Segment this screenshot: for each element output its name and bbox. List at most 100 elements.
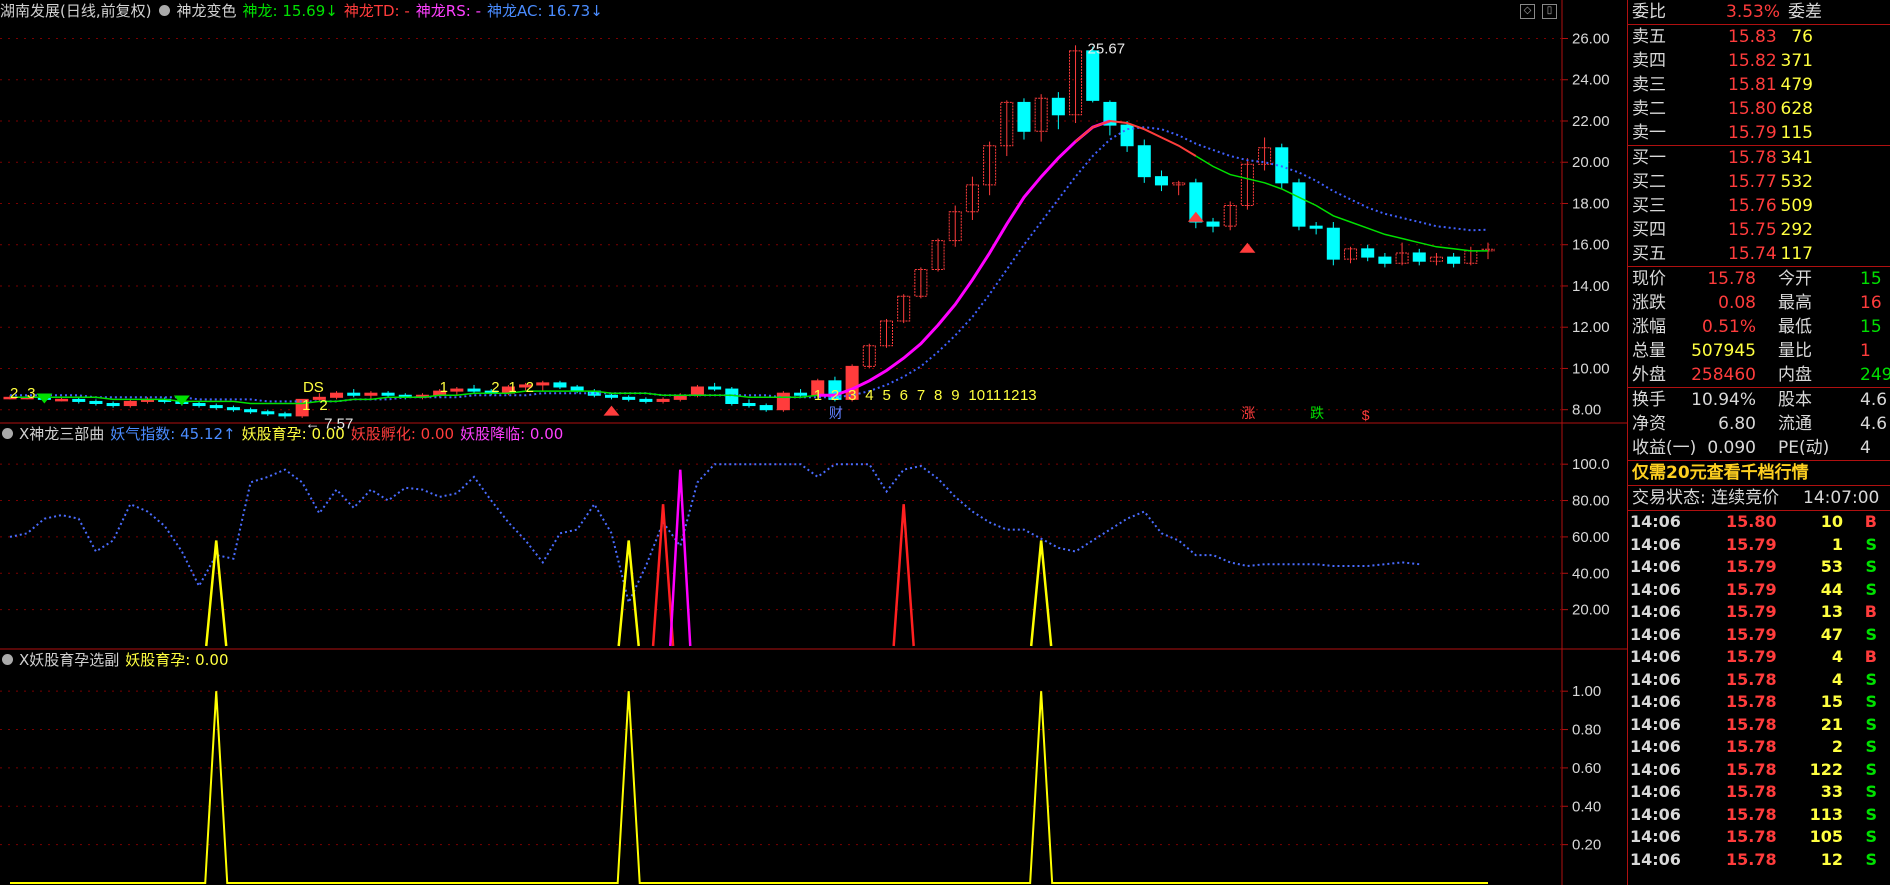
- tick-row[interactable]: 14:06 15.80 10 B: [1628, 511, 1890, 534]
- bid-price: 15.77: [1728, 172, 1777, 192]
- candle-body: [261, 411, 275, 415]
- stat-label: 涨跌: [1632, 293, 1666, 313]
- y-tick-label: 22.00: [1572, 113, 1610, 130]
- bid-volume: 292: [1780, 220, 1813, 240]
- tick-side: S: [1865, 759, 1877, 779]
- candle-body: [639, 398, 653, 402]
- bid-row[interactable]: 买四 15.75 292: [1628, 218, 1890, 242]
- stat-row: 涨幅 0.51% 最低 15: [1628, 315, 1890, 339]
- tick-time: 14:06: [1630, 579, 1681, 599]
- stat-value: 15: [1860, 317, 1882, 337]
- tick-row[interactable]: 14:06 15.79 1 S: [1628, 534, 1890, 557]
- ask-row[interactable]: 卖三 15.81 479: [1628, 73, 1890, 97]
- tick-row[interactable]: 14:06 15.79 13 B: [1628, 601, 1890, 624]
- shenlong-rs-value: 神龙RS: -: [415, 2, 481, 20]
- stock-title[interactable]: 湖南发展(日线,前复权): [0, 2, 151, 20]
- ask-row[interactable]: 卖二 15.80 628: [1628, 97, 1890, 121]
- settings-circle-icon[interactable]: [159, 5, 171, 16]
- stat-label: 量比: [1778, 341, 1812, 361]
- stat-value: 4: [1860, 438, 1871, 458]
- stat-row: 外盘 258460 内盘 249: [1628, 363, 1890, 387]
- stat-label: 最低: [1778, 317, 1812, 337]
- ma-red-line: [1074, 119, 1197, 157]
- sub1-title[interactable]: X神龙三部曲: [19, 425, 104, 443]
- tick-row[interactable]: 14:06 15.78 15 S: [1628, 691, 1890, 714]
- tick-volume: 122: [1809, 759, 1843, 779]
- tick-price: 15.78: [1726, 692, 1777, 711]
- candle-body: [278, 413, 292, 417]
- tick-time: 14:06: [1630, 534, 1681, 554]
- tick-volume: 33: [1820, 782, 1843, 801]
- indicator-name[interactable]: 神龙变色: [176, 2, 236, 20]
- ask-level-label: 卖三: [1632, 75, 1666, 95]
- y-tick-label: 16.00: [1572, 237, 1610, 254]
- tick-row[interactable]: 14:06 15.78 33 S: [1628, 781, 1890, 804]
- tick-row[interactable]: 14:06 15.78 2 S: [1628, 736, 1890, 759]
- count-label: 7: [917, 387, 925, 404]
- candle-body: [1361, 248, 1375, 258]
- y-tick-label: 60.00: [1572, 529, 1610, 546]
- candle-body: [1086, 50, 1100, 101]
- bid-row[interactable]: 买一 15.78 341: [1628, 146, 1890, 170]
- stat-value: 258460: [1691, 365, 1756, 385]
- tick-volume: 2: [1831, 737, 1843, 756]
- diamond-toggle-icon[interactable]: ◇: [1520, 4, 1535, 19]
- ask-row[interactable]: 卖四 15.82 371: [1628, 49, 1890, 73]
- tick-row[interactable]: 14:06 15.79 53 S: [1628, 556, 1890, 579]
- tick-price: 15.78: [1726, 714, 1777, 734]
- settings-circle-icon[interactable]: [2, 654, 13, 665]
- candle-body: [742, 403, 756, 407]
- tick-row[interactable]: 14:06 15.78 12 S: [1628, 849, 1890, 872]
- ask-row[interactable]: 卖一 15.79 115: [1628, 121, 1890, 145]
- count-label: 9: [951, 387, 959, 404]
- count-label: 3: [27, 385, 35, 402]
- bid-row[interactable]: 买三 15.76 509: [1628, 194, 1890, 218]
- tick-side: B: [1864, 512, 1877, 531]
- tick-row[interactable]: 14:06 15.78 122 S: [1628, 759, 1890, 782]
- stats2-block: 换手 10.94% 股本 4.6 净资 6.80 流通 4.6 收益(一) 0.090 PE(动) 4: [1628, 388, 1890, 460]
- tick-row[interactable]: 14:06 15.79 44 S: [1628, 579, 1890, 602]
- stat-value: 0.51%: [1701, 317, 1756, 337]
- stat-label: 收益(一): [1632, 438, 1697, 458]
- ask-level-label: 卖五: [1632, 27, 1666, 47]
- stat-label: 股本: [1778, 390, 1812, 410]
- trade-status-row: 交易状态: 连续竞价 14:07:00: [1628, 486, 1890, 510]
- tick-side: S: [1865, 579, 1877, 599]
- bid-row[interactable]: 买五 15.74 117: [1628, 242, 1890, 266]
- bid-level-label: 买五: [1632, 244, 1666, 264]
- panel-toggle-icon[interactable]: ▯: [1542, 4, 1557, 19]
- tick-list[interactable]: 14:06 15.80 10 B 14:06 15.79 1 S 14:06 15.79 53 S 14…: [1628, 511, 1890, 871]
- y-tick-label: 24.00: [1572, 72, 1610, 89]
- ask-price: 15.79: [1728, 123, 1777, 143]
- candle-body: [106, 403, 120, 407]
- tick-time: 14:06: [1630, 557, 1681, 576]
- candle-body: [1326, 227, 1340, 260]
- ask-level-label: 卖二: [1632, 99, 1666, 119]
- stat-value: 0.08: [1718, 293, 1756, 313]
- bid-level-label: 买三: [1632, 196, 1666, 216]
- settings-circle-icon[interactable]: [2, 428, 13, 439]
- ask-row[interactable]: 卖五 15.83 76: [1628, 25, 1890, 49]
- tick-volume: 10: [1820, 512, 1843, 531]
- tick-row[interactable]: 14:06 15.78 4 S: [1628, 669, 1890, 692]
- tick-row[interactable]: 14:06 15.78 105 S: [1628, 826, 1890, 849]
- candle-body: [759, 405, 773, 411]
- tick-row[interactable]: 14:06 15.78 113 S: [1628, 804, 1890, 827]
- promo-link[interactable]: 仅需20元查看千档行情: [1628, 461, 1890, 485]
- count-label: 2: [526, 379, 534, 396]
- candle-body: [776, 392, 790, 411]
- sub2-title[interactable]: X妖股育孕选副: [19, 651, 119, 669]
- y-tick-label: 8.00: [1572, 402, 1601, 419]
- yaoqi-line: [9, 463, 1420, 606]
- tick-row[interactable]: 14:06 15.78 21 S: [1628, 714, 1890, 737]
- tick-row[interactable]: 14:06 15.79 4 B: [1628, 646, 1890, 669]
- bid-row[interactable]: 买二 15.77 532: [1628, 170, 1890, 194]
- tick-time: 14:06: [1630, 602, 1681, 621]
- stat-value: 507945: [1691, 341, 1756, 361]
- y-tick-label: 0.60: [1572, 760, 1601, 777]
- chart-area[interactable]: 26.00 24.00 22.00 20.00 18.00 16.00 14.00 12.00…: [0, 0, 1627, 885]
- tick-row[interactable]: 14:06 15.79 47 S: [1628, 624, 1890, 647]
- bid-volume: 532: [1780, 172, 1813, 192]
- candle-body: [244, 409, 258, 413]
- count-label: 1: [814, 387, 822, 404]
